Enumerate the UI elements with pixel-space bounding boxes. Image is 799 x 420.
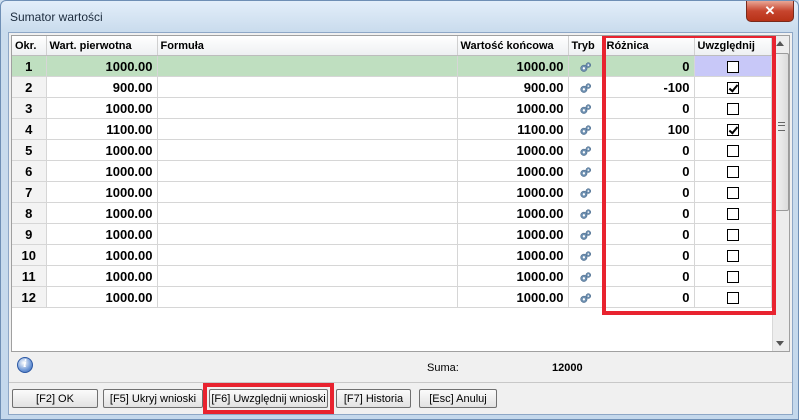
cell-wartosc-koncowa[interactable]: 1000.00 [457,97,569,119]
info-icon[interactable]: i [17,357,33,373]
cell-wartosc-koncowa[interactable]: 1000.00 [457,160,569,182]
cell-tryb[interactable] [568,55,604,77]
cell-tryb[interactable] [568,160,604,182]
cell-tryb[interactable] [568,139,604,161]
values-grid: Okr. Wart. pierwotna Formuła Wartość koń… [11,35,790,352]
header-wart-pierwotna[interactable]: Wart. pierwotna [46,36,158,56]
cell-wartosc-koncowa[interactable]: 1000.00 [457,202,569,224]
suma-value: 12000 [552,362,583,374]
gear-icon[interactable] [579,247,592,262]
cell-tryb[interactable] [568,265,604,287]
suma-label: Suma: [427,362,459,374]
cell-okr[interactable]: 2 [12,76,47,98]
cell-wartosc-koncowa[interactable]: 1000.00 [457,181,569,203]
header-formula[interactable]: Formuła [157,36,458,56]
cell-formula[interactable] [157,202,458,224]
gear-icon[interactable] [579,289,592,304]
cell-okr[interactable]: 11 [12,265,47,287]
gear-icon[interactable] [579,142,592,157]
cell-wartosc-koncowa[interactable]: 1000.00 [457,139,569,161]
cell-tryb[interactable] [568,202,604,224]
cell-formula[interactable] [157,55,458,77]
cell-tryb[interactable] [568,76,604,98]
cell-wart-pierwotna[interactable]: 900.00 [46,76,158,98]
gear-icon[interactable] [579,100,592,115]
cell-okr[interactable]: 3 [12,97,47,119]
cell-okr[interactable]: 6 [12,160,47,182]
cell-formula[interactable] [157,181,458,203]
cell-formula[interactable] [157,286,458,308]
gear-icon[interactable] [579,268,592,283]
gear-icon[interactable] [579,184,592,199]
gear-icon[interactable] [579,79,592,94]
gear-icon[interactable] [579,58,592,73]
cell-formula[interactable] [157,139,458,161]
cell-wartosc-koncowa[interactable]: 1000.00 [457,55,569,77]
cell-tryb[interactable] [568,223,604,245]
window-title: Sumator wartości [10,10,103,24]
cell-tryb[interactable] [568,181,604,203]
cell-wart-pierwotna[interactable]: 1000.00 [46,265,158,287]
cell-wart-pierwotna[interactable]: 1000.00 [46,223,158,245]
cell-formula[interactable] [157,244,458,266]
highlight-box-roznica-uwzglednij [602,36,776,315]
cell-formula[interactable] [157,223,458,245]
cell-okr[interactable]: 5 [12,139,47,161]
cell-wartosc-koncowa[interactable]: 1100.00 [457,118,569,140]
button-bar: [F2] OK [F5] Ukryj wnioski [F6] Uwzględn… [9,382,792,414]
cell-okr[interactable]: 9 [12,223,47,245]
cell-wart-pierwotna[interactable]: 1000.00 [46,244,158,266]
cell-formula[interactable] [157,76,458,98]
scroll-up-arrow-icon[interactable] [776,41,784,46]
cell-tryb[interactable] [568,244,604,266]
cell-wartosc-koncowa[interactable]: 1000.00 [457,286,569,308]
history-button[interactable]: [F7] Historia [336,389,411,408]
cell-okr[interactable]: 4 [12,118,47,140]
header-okr[interactable]: Okr. [12,36,47,56]
highlight-box-include-button [203,383,334,414]
cell-okr[interactable]: 1 [12,55,47,77]
header-wartosc-koncowa[interactable]: Wartość końcowa [457,36,569,56]
cell-okr[interactable]: 7 [12,181,47,203]
cell-wart-pierwotna[interactable]: 1000.00 [46,160,158,182]
cell-formula[interactable] [157,265,458,287]
cell-wart-pierwotna[interactable]: 1000.00 [46,286,158,308]
cell-okr[interactable]: 12 [12,286,47,308]
scroll-down-arrow-icon[interactable] [776,341,784,346]
dialog-client-area: Okr. Wart. pierwotna Formuła Wartość koń… [8,32,793,415]
cell-tryb[interactable] [568,118,604,140]
summary-bar: i Suma: 12000 [9,353,792,379]
gear-icon[interactable] [579,121,592,136]
close-icon: ✕ [764,3,776,18]
title-bar[interactable]: Sumator wartości ✕ [1,1,798,33]
cell-wart-pierwotna[interactable]: 1000.00 [46,55,158,77]
cell-okr[interactable]: 8 [12,202,47,224]
cell-wart-pierwotna[interactable]: 1000.00 [46,181,158,203]
gear-icon[interactable] [579,226,592,241]
cell-wartosc-koncowa[interactable]: 1000.00 [457,223,569,245]
cell-formula[interactable] [157,118,458,140]
hide-conclusions-button[interactable]: [F5] Ukryj wnioski [103,389,203,408]
cell-wartosc-koncowa[interactable]: 1000.00 [457,265,569,287]
ok-button[interactable]: [F2] OK [12,389,98,408]
header-tryb[interactable]: Tryb [568,36,604,56]
cell-formula[interactable] [157,160,458,182]
cell-wart-pierwotna[interactable]: 1000.00 [46,139,158,161]
cell-okr[interactable]: 10 [12,244,47,266]
cell-tryb[interactable] [568,97,604,119]
cell-wart-pierwotna[interactable]: 1000.00 [46,97,158,119]
cell-wartosc-koncowa[interactable]: 1000.00 [457,244,569,266]
gear-icon[interactable] [579,205,592,220]
cell-wart-pierwotna[interactable]: 1100.00 [46,118,158,140]
cell-tryb[interactable] [568,286,604,308]
grip-icon [778,122,785,131]
cell-wart-pierwotna[interactable]: 1000.00 [46,202,158,224]
cancel-button[interactable]: [Esc] Anuluj [419,389,497,408]
cell-formula[interactable] [157,97,458,119]
scrollbar-thumb[interactable] [774,53,789,211]
gear-icon[interactable] [579,163,592,178]
close-button[interactable]: ✕ [746,1,794,22]
cell-wartosc-koncowa[interactable]: 900.00 [457,76,569,98]
dialog-window: Sumator wartości ✕ Okr. Wart. pierwotna … [0,0,799,420]
